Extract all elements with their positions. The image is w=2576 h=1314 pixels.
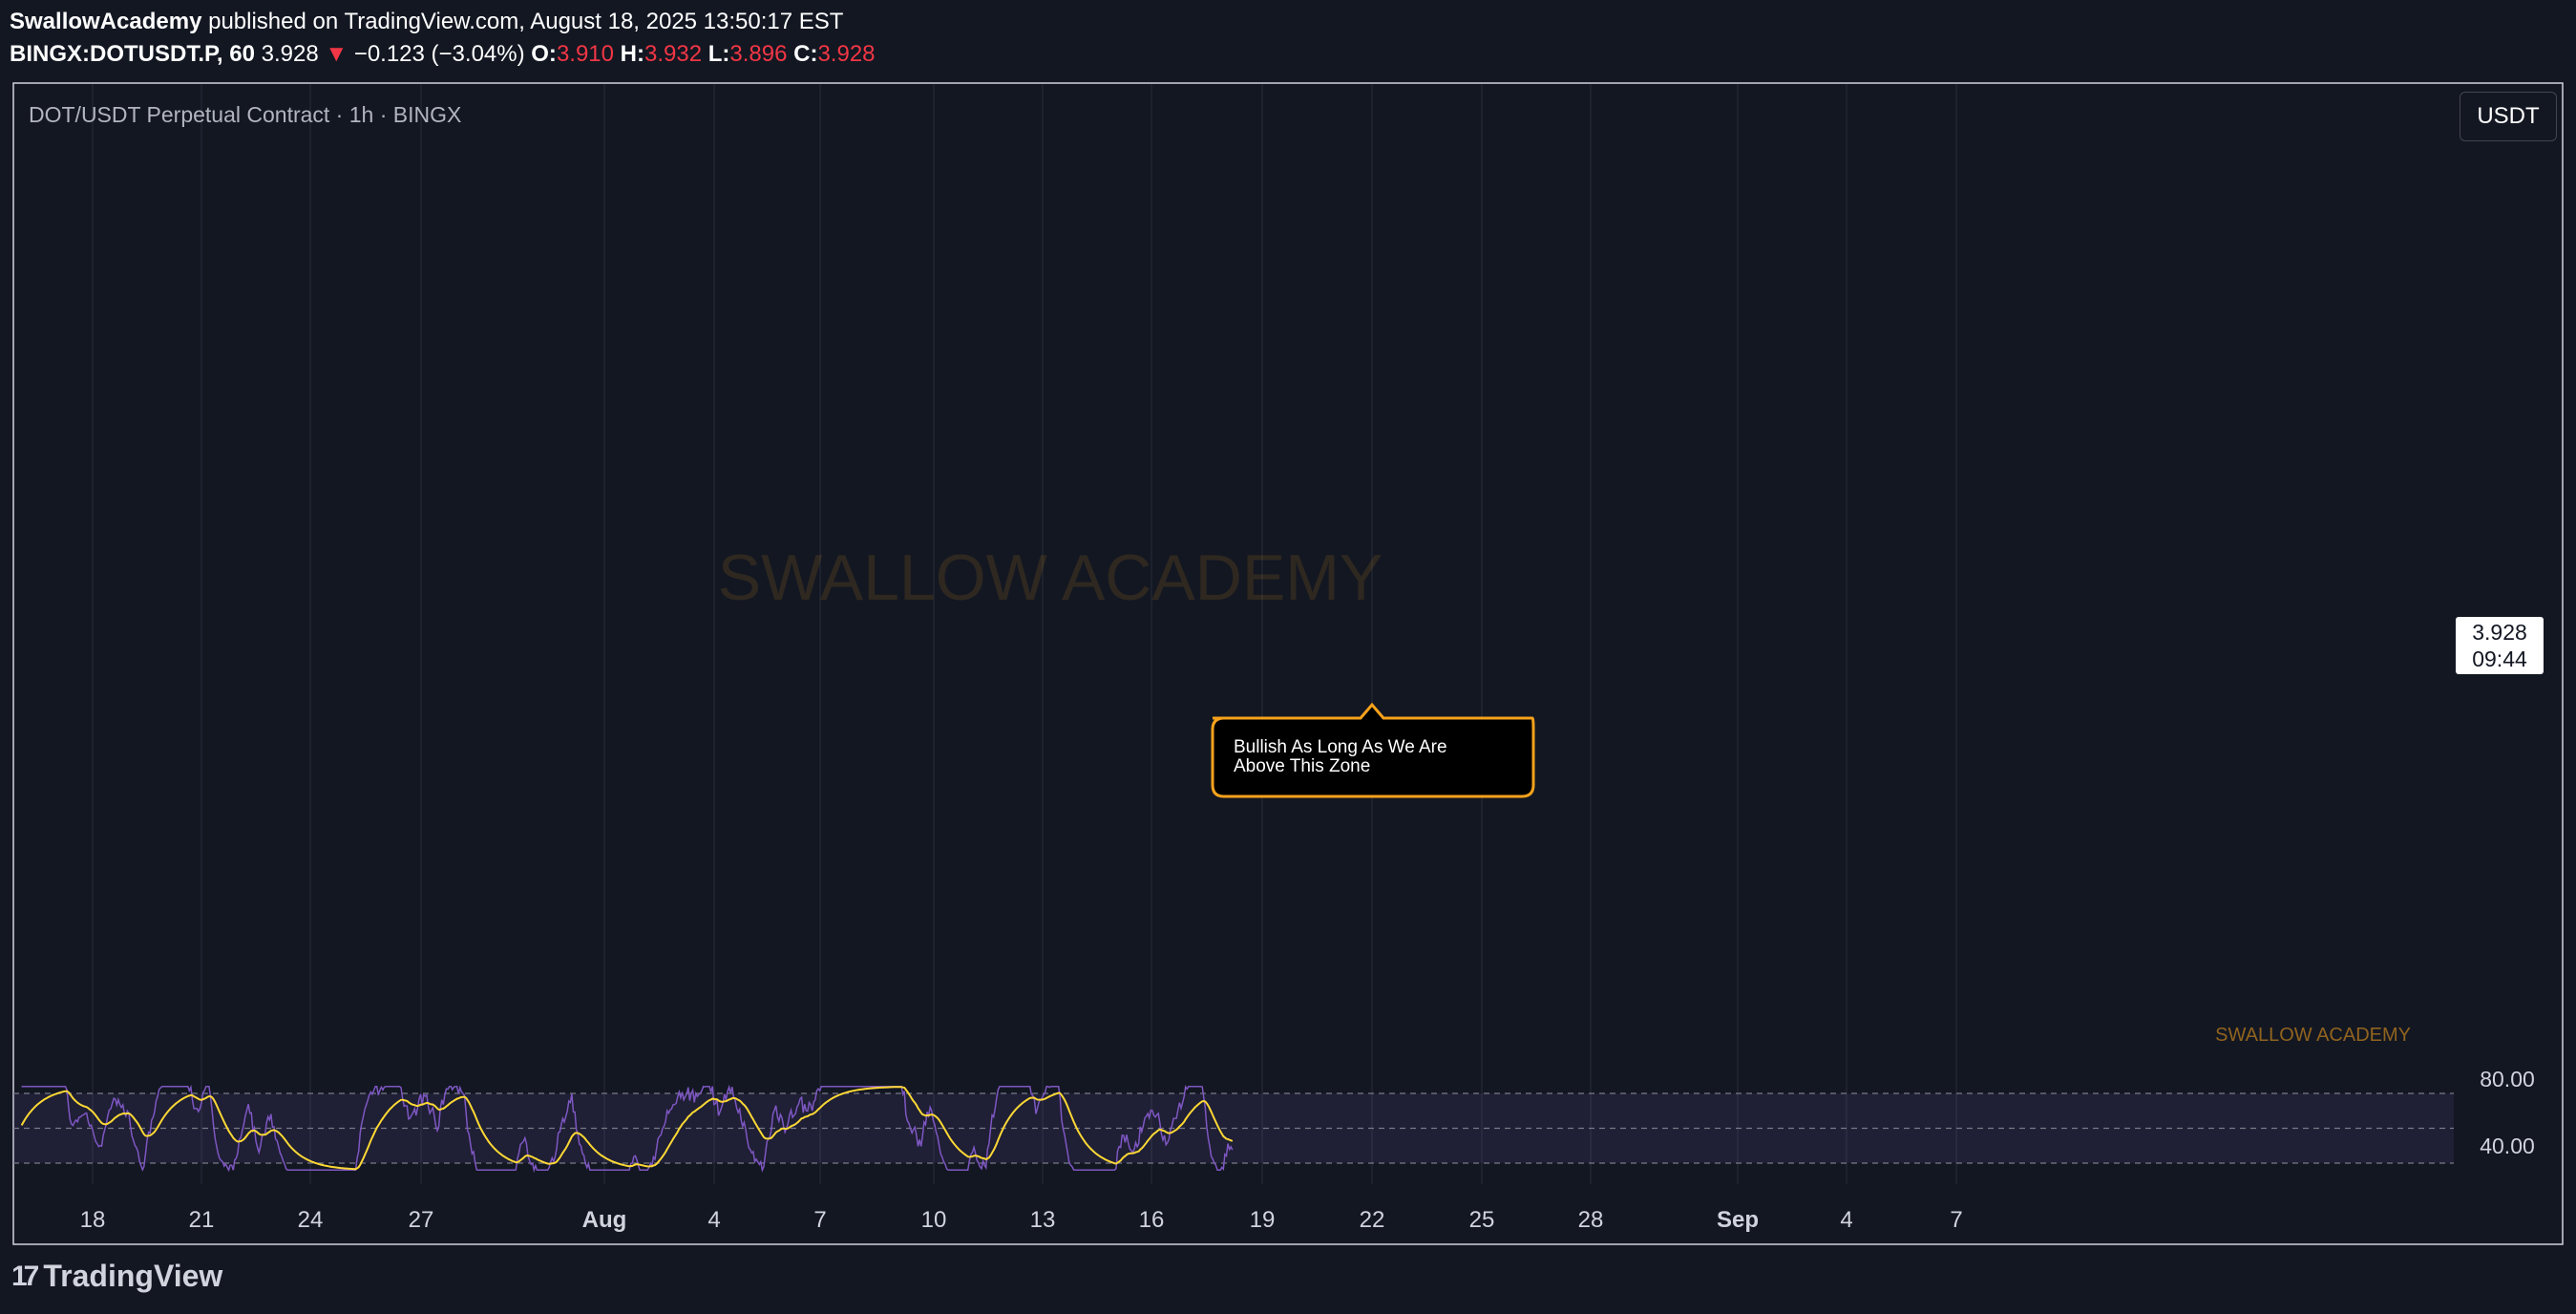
center-watermark: SWALLOW ACADEMY (718, 541, 1383, 614)
time-tick-label: 27 (409, 1207, 434, 1233)
tradingview-brand: TradingView (43, 1259, 223, 1293)
last-price-label: 3.928 09:44 (2456, 617, 2544, 674)
time-tick-label: Aug (582, 1207, 627, 1233)
time-tick-label: 21 (189, 1207, 215, 1233)
time-tick-label: 19 (1250, 1207, 1276, 1233)
rsi-panel[interactable]: 80.00 40.00 (13, 1067, 2535, 1174)
time-tick-label: 10 (921, 1207, 947, 1233)
time-tick-label: Sep (1717, 1207, 1759, 1233)
chart-legend-title[interactable]: DOT/USDT Perpetual Contract · 1h · BINGX (29, 102, 461, 127)
time-tick-label: 16 (1139, 1207, 1165, 1233)
zone-callout[interactable]: Bullish As Long As We Are Above This Zon… (1211, 702, 1535, 798)
corner-watermark: SWALLOW ACADEMY (2215, 1025, 2411, 1046)
time-tick-label: 7 (813, 1207, 826, 1233)
rsi-tick-label: 40.00 (2480, 1134, 2535, 1158)
rsi-tick-label: 80.00 (2480, 1067, 2535, 1091)
time-tick-label: 24 (298, 1207, 324, 1233)
time-tick-label: 13 (1030, 1207, 1056, 1233)
last-price-value: 3.928 (2472, 620, 2527, 645)
bar-countdown: 09:44 (2472, 646, 2527, 671)
time-tick-label: 22 (1360, 1207, 1385, 1233)
callout-text-line2: Above This Zone (1234, 756, 1370, 776)
time-tick-label: 18 (80, 1207, 106, 1233)
time-tick-label: 4 (1840, 1207, 1852, 1233)
time-axis[interactable]: 18 21 24 27 Aug 4 7 10 13 16 19 22 25 28 Sep 4 7 (80, 1207, 1963, 1233)
tradingview-mark-icon: 17 (11, 1260, 39, 1292)
time-tick-label: 25 (1469, 1207, 1495, 1233)
price-chart[interactable]: SWALLOW ACADEMY SWALLOW ACADEMY TARGET 8… (0, 0, 2576, 1314)
chart-frame (12, 82, 2564, 1245)
tradingview-logo[interactable]: 17 TradingView (11, 1259, 222, 1294)
time-tick-label: 28 (1578, 1207, 1604, 1233)
time-tick-label: 7 (1950, 1207, 1962, 1233)
time-tick-label: 4 (707, 1207, 720, 1233)
currency-button[interactable]: USDT (2460, 92, 2557, 141)
callout-text-line1: Bullish As Long As We Are (1234, 737, 1447, 757)
